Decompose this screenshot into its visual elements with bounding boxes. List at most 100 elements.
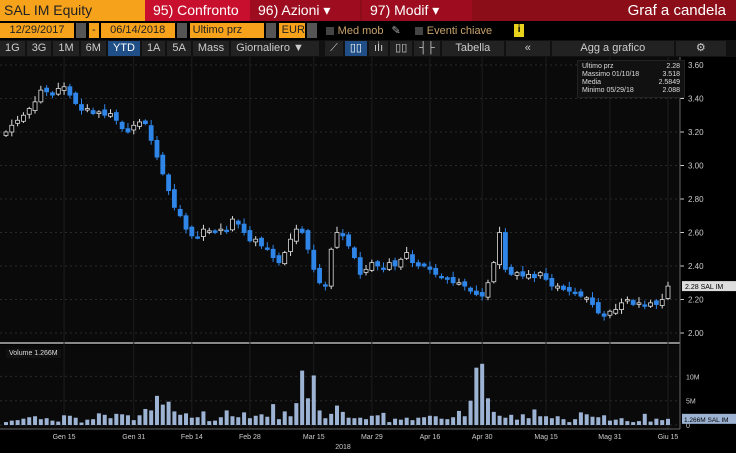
candle-body xyxy=(253,238,259,243)
candle-body xyxy=(410,254,415,264)
collapse-button[interactable]: « xyxy=(505,41,550,56)
volume-bar xyxy=(201,411,206,425)
field-select[interactable]: Ultimo prz xyxy=(189,23,264,38)
candle-body xyxy=(317,267,322,284)
x-tick-label: Feb 28 xyxy=(239,434,261,441)
x-tick-label: Apr 16 xyxy=(420,434,441,441)
volume-bar xyxy=(282,411,287,425)
candle-body xyxy=(340,233,346,237)
pencil-icon[interactable]: ✎ xyxy=(392,24,401,37)
candle-body xyxy=(421,263,427,267)
volume-bar xyxy=(73,417,78,425)
candle-body xyxy=(113,112,119,121)
candle-body xyxy=(537,272,543,277)
candle-body xyxy=(659,299,665,306)
x-tick-label: Mar 29 xyxy=(361,434,383,441)
start-date-input[interactable]: 12/29/2017 xyxy=(0,23,74,38)
candle-body xyxy=(96,111,102,114)
modif-menu[interactable]: 97) Modif ▾ xyxy=(362,0,472,21)
info-icon[interactable]: i xyxy=(514,24,525,37)
range-ytd[interactable]: YTD xyxy=(107,41,140,56)
currency-select[interactable]: EUR xyxy=(278,23,305,38)
candle-body xyxy=(497,232,502,266)
ohlc-chart-icon[interactable]: ▯▯ xyxy=(390,41,413,56)
volume-bar xyxy=(102,414,107,425)
y-tick-label: 3.40 xyxy=(688,95,704,104)
candle-body xyxy=(9,124,15,133)
volume-bar xyxy=(648,421,653,425)
candle-body xyxy=(172,189,177,208)
candle-body xyxy=(375,261,381,267)
range-5a[interactable]: 5A xyxy=(167,41,191,56)
chart-legend: Ultimo prz 2.28 Massimo 01/10/18 3.518 Med… xyxy=(577,60,685,98)
add-to-chart-button[interactable]: Agg a grafico xyxy=(551,41,674,56)
candle-body xyxy=(154,139,160,158)
volume-bar xyxy=(56,421,61,425)
volume-bar xyxy=(44,418,49,425)
candle-body xyxy=(38,89,44,103)
controls-bar: 12/29/2017 - 06/14/2018 Ultimo prz EUR M… xyxy=(0,22,736,39)
end-date-input[interactable]: 06/14/2018 xyxy=(100,23,175,38)
candle-body xyxy=(619,302,624,310)
ticker-field[interactable]: SAL IM Equity xyxy=(0,0,145,21)
volume-bar xyxy=(636,421,641,425)
candle-body xyxy=(468,287,473,292)
dropdown-icon[interactable] xyxy=(265,23,276,38)
y-tick-label: 2.40 xyxy=(688,262,704,271)
volume-bar xyxy=(462,416,467,425)
candle-body xyxy=(439,275,444,279)
line-chart-icon[interactable]: ⟋ xyxy=(325,41,343,56)
med-mob-checkbox[interactable] xyxy=(325,26,334,35)
candle xyxy=(282,250,288,266)
calendar-icon[interactable] xyxy=(76,23,86,38)
toolbar: 1G 3G 1M 6M YTD 1A 5A Mass Giornaliero ▼… xyxy=(0,40,736,57)
candle-body xyxy=(653,300,659,305)
range-1m[interactable]: 1M xyxy=(53,41,79,56)
bar-chart-icon[interactable]: ıİı xyxy=(368,41,389,56)
volume-bar xyxy=(114,413,119,425)
range-mass[interactable]: Mass xyxy=(192,41,230,56)
range-3g[interactable]: 3G xyxy=(26,41,52,56)
period-select[interactable]: Giornaliero ▼ xyxy=(231,41,320,56)
volume-bar xyxy=(532,409,537,425)
candle-body xyxy=(456,282,462,285)
volume-bar xyxy=(509,414,514,425)
hlc-chart-icon[interactable]: ┤├ xyxy=(414,41,440,56)
volume-bar xyxy=(427,415,432,425)
candle-body xyxy=(21,114,26,122)
candle-body xyxy=(392,260,398,267)
volume-bar xyxy=(224,410,229,425)
candle-body xyxy=(288,238,293,252)
candle-body xyxy=(357,257,363,275)
eventi-checkbox[interactable] xyxy=(414,26,423,35)
volume-bar xyxy=(4,422,8,425)
volume-bar xyxy=(393,418,398,425)
candle-body xyxy=(508,266,514,275)
volume-bar xyxy=(213,420,218,425)
volume-bar xyxy=(613,419,618,425)
volume-bar xyxy=(21,418,26,425)
legend-last-value: 2.28 xyxy=(666,63,680,70)
candle-body xyxy=(352,247,357,259)
calendar-icon[interactable] xyxy=(176,23,187,38)
confronto-menu[interactable]: 95) Confronto xyxy=(145,0,250,21)
volume-bar xyxy=(143,408,148,425)
volume-bar xyxy=(242,412,247,425)
candle-body xyxy=(590,297,595,305)
dropdown-icon[interactable] xyxy=(306,23,317,38)
volume-bar xyxy=(555,416,560,425)
azioni-menu[interactable]: 96) Azioni ▾ xyxy=(250,0,360,21)
range-1g[interactable]: 1G xyxy=(0,41,25,56)
volume-bar xyxy=(154,395,159,425)
settings-button[interactable]: ⚙ xyxy=(675,41,726,56)
candle xyxy=(352,246,357,260)
candlestick-chart: 2.00 2.20 2.40 2.60 2.80 3.00 3.20 3.40 3.60 2.28… xyxy=(0,57,736,451)
volume-bar xyxy=(503,417,508,425)
volume-bar xyxy=(410,420,415,425)
range-1a[interactable]: 1A xyxy=(141,41,166,56)
tabella-button[interactable]: Tabella xyxy=(441,41,504,56)
range-6m[interactable]: 6M xyxy=(80,41,106,56)
volume-bar xyxy=(381,412,386,425)
candle-chart-icon[interactable]: ▯▯ xyxy=(344,41,367,56)
y-tick-label: 2.60 xyxy=(688,229,704,238)
